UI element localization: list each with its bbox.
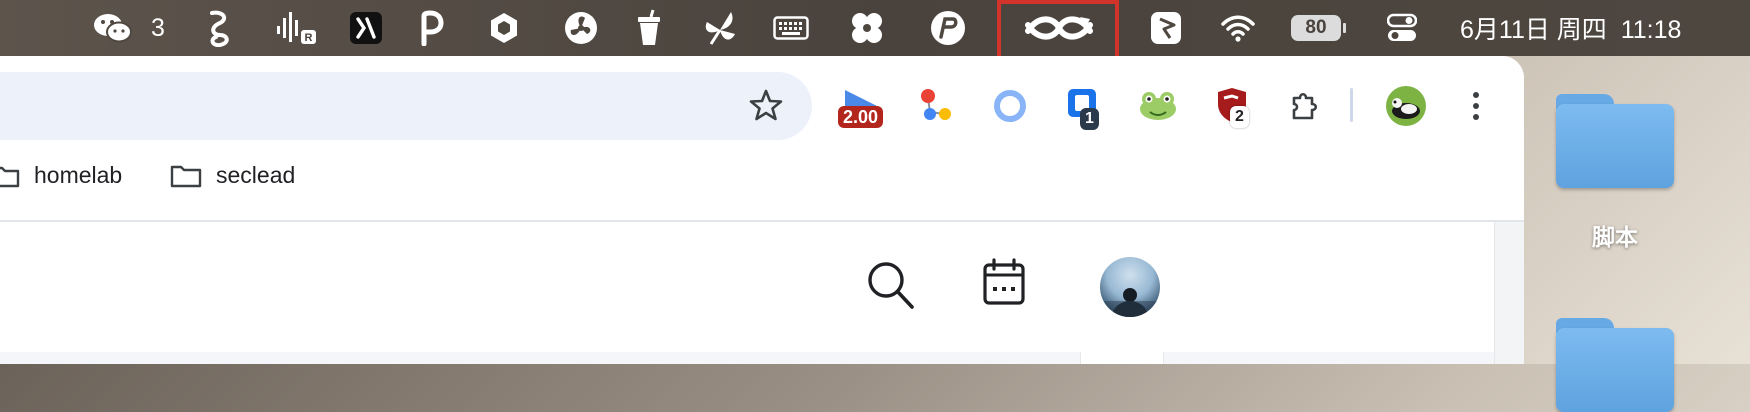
- page-content: [0, 222, 1494, 364]
- hex-icon[interactable]: [486, 0, 522, 56]
- keyboard-icon[interactable]: [772, 0, 810, 56]
- battery-icon[interactable]: 80: [1288, 0, 1346, 56]
- dragon-icon[interactable]: [202, 0, 238, 56]
- pp-icon[interactable]: [928, 0, 968, 56]
- date-time[interactable]: 6月11日 周四 11:18: [1460, 0, 1720, 56]
- user-avatar[interactable]: [1100, 257, 1160, 317]
- bookmark-star-icon[interactable]: [748, 87, 784, 123]
- browser-toolbar: 2.00 1 2: [0, 56, 1524, 154]
- rate-extension-icon[interactable]: 2.00: [838, 80, 894, 132]
- address-bar[interactable]: [0, 72, 812, 140]
- p-icon[interactable]: [414, 0, 448, 56]
- bookmark-label: seclead: [216, 162, 296, 188]
- rate-badge: 2.00: [838, 106, 884, 128]
- folder-icon: [0, 166, 20, 187]
- frog-extension-icon[interactable]: [1132, 80, 1184, 132]
- cup-icon[interactable]: [632, 0, 666, 56]
- calendar-icon[interactable]: [982, 258, 1026, 311]
- content-pane: [1080, 352, 1164, 364]
- butterfly-icon[interactable]: [700, 0, 740, 56]
- arrow-shield-icon[interactable]: [1148, 0, 1184, 56]
- search-icon[interactable]: [866, 260, 916, 317]
- bookmark-seclead[interactable]: seclead: [170, 162, 295, 189]
- wechat-icon[interactable]: [90, 0, 136, 56]
- toolbar-divider: [1350, 88, 1353, 122]
- control-center-icon[interactable]: [1384, 0, 1420, 56]
- nodes-extension-icon[interactable]: [910, 80, 962, 132]
- wifi-icon[interactable]: [1218, 0, 1258, 56]
- folder-icon: [170, 165, 202, 187]
- menu-kebab-icon[interactable]: [1450, 80, 1502, 132]
- desktop-folder-icon[interactable]: [1556, 94, 1674, 188]
- battery-percent: 80: [1305, 17, 1327, 38]
- xcode-dark-icon[interactable]: [348, 0, 384, 56]
- shield-badge: 2: [1230, 106, 1249, 128]
- shield-extension-icon[interactable]: 2: [1206, 80, 1258, 132]
- notes-badge: 1: [1080, 108, 1099, 130]
- svg-text:R: R: [305, 32, 313, 44]
- notes-extension-icon[interactable]: 1: [1058, 80, 1110, 132]
- ring-extension-icon[interactable]: [984, 80, 1036, 132]
- wechat-count: 3: [151, 13, 165, 42]
- bookmark-homelab[interactable]: homelab: [0, 162, 122, 189]
- bookmark-label: homelab: [34, 162, 123, 188]
- page-scrollbar[interactable]: [1494, 222, 1524, 364]
- desktop-folder-label[interactable]: 脚本: [1560, 218, 1670, 252]
- clover-icon[interactable]: [848, 0, 886, 56]
- extensions-puzzle-icon[interactable]: [1280, 80, 1332, 132]
- browser-window: 2.00 1 2 homelab seclead: [0, 56, 1524, 364]
- audio-levels-icon[interactable]: R: [274, 0, 320, 56]
- desktop-folder-icon-2[interactable]: [1556, 318, 1674, 412]
- fan-icon[interactable]: [562, 0, 600, 56]
- content-bottom-strip: [0, 352, 1494, 364]
- menu-bar: 3 R 80 6月11日 周四 11:18: [0, 0, 1750, 82]
- profile-avatar-icon[interactable]: [1380, 80, 1432, 132]
